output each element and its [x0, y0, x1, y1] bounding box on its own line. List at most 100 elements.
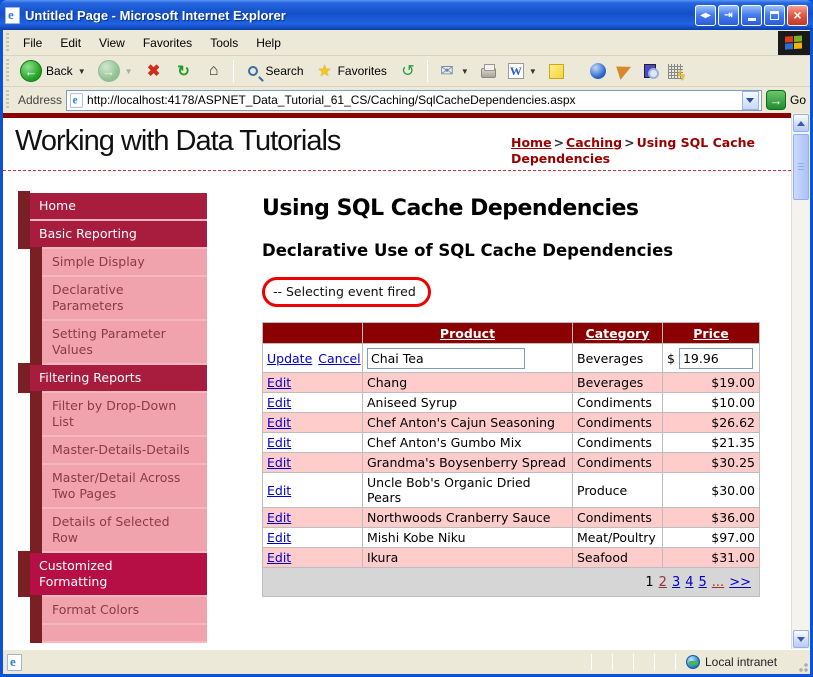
menu-favorites[interactable]: Favorites [134, 33, 201, 53]
window-popout-button[interactable]: ⇥ [718, 4, 739, 26]
mail-button[interactable]: ✉ ▼ [432, 59, 475, 83]
back-button[interactable]: ← Back ▼ [14, 57, 92, 85]
menu-tools[interactable]: Tools [201, 33, 247, 53]
refresh-button[interactable]: ↻ [169, 59, 199, 83]
edit-with-word-button[interactable]: W ▼ [502, 60, 543, 82]
favorites-star-icon: ★ [317, 63, 332, 80]
address-field [66, 89, 762, 111]
edit-link[interactable]: Edit [267, 530, 291, 545]
sidebar-item-home[interactable]: Home [18, 191, 207, 221]
sidebar-item-setting-parameter-values[interactable]: Setting Parameter Values [30, 319, 207, 365]
pager-ellipsis-link[interactable]: ... [712, 575, 724, 590]
breadcrumb-home-link[interactable]: Home [511, 135, 552, 150]
page-title: Using SQL Cache Dependencies [262, 196, 639, 221]
breadcrumb-caching-link[interactable]: Caching [566, 135, 622, 150]
sidebar-item-basic-reporting[interactable]: Basic Reporting [18, 219, 207, 249]
cancel-link[interactable]: Cancel [318, 351, 360, 366]
home-button[interactable]: ⌂ [199, 59, 229, 83]
toolbar-grip[interactable] [5, 59, 10, 83]
word-icon: W [507, 63, 524, 79]
sidebar-item-details-of-selected-row[interactable]: Details of Selected Row [30, 507, 207, 553]
sidebar-item-customized-formatting[interactable]: Customized Formatting [18, 551, 207, 597]
favorites-button[interactable]: ★ Favorites [310, 59, 393, 83]
edit-link[interactable]: Edit [267, 415, 291, 430]
back-dropdown-icon[interactable]: ▼ [78, 67, 86, 76]
price-cell: $26.62 [662, 412, 760, 433]
edit-link[interactable]: Edit [267, 395, 291, 410]
close-button[interactable]: × [787, 4, 808, 26]
messenger-button[interactable] [584, 60, 612, 82]
nav-stripe [30, 435, 42, 465]
history-icon: ↺ [401, 63, 415, 80]
nav-stripe [18, 551, 30, 597]
edit-link[interactable]: Edit [267, 455, 291, 470]
window-split-button[interactable]: ◂▸ [695, 4, 716, 26]
menu-file[interactable]: File [14, 33, 51, 53]
pager-next-link[interactable]: >> [729, 575, 751, 590]
sidebar-item-format-colors[interactable]: Format Colors [30, 595, 207, 625]
highlighter-button[interactable] [612, 61, 638, 81]
sidebar-item-filtering-reports[interactable]: Filtering Reports [18, 363, 207, 393]
edit-link[interactable]: Edit [267, 550, 291, 565]
edit-link[interactable]: Edit [267, 375, 291, 390]
price-cell: $31.00 [662, 547, 760, 568]
sidebar-item-master-detail-across-two-pages[interactable]: Master/Detail Across Two Pages [30, 463, 207, 509]
scroll-up-button[interactable] [793, 114, 809, 132]
go-button[interactable]: → Go [765, 90, 806, 110]
sidebar-item-declarative-parameters[interactable]: Declarative Parameters [30, 275, 207, 321]
pager-page-2-link[interactable]: 2 [659, 575, 667, 590]
toolbar-grip[interactable] [5, 89, 10, 111]
search-button[interactable]: Search [238, 59, 310, 83]
sidebar-item-master-details-details[interactable]: Master-Details-Details [30, 435, 207, 465]
minimize-button[interactable] [741, 4, 762, 26]
edit-link[interactable]: Edit [267, 510, 291, 525]
toolbar-grip[interactable] [5, 32, 10, 53]
product-edit-input[interactable] [367, 347, 525, 369]
product-cell: Chef Anton's Gumbo Mix [362, 432, 573, 453]
sort-product-link[interactable]: Product [440, 326, 495, 341]
forward-button[interactable]: → ▼ [92, 57, 139, 85]
sidebar-item-clipped[interactable] [30, 623, 207, 643]
edit-link[interactable]: Edit [267, 435, 291, 450]
scrollbar-thumb[interactable] [793, 134, 809, 200]
sidebar-item-filter-by-dropdown-list[interactable]: Filter by Drop-Down List [30, 391, 207, 437]
maximize-button[interactable] [764, 4, 785, 26]
pager-page-4-link[interactable]: 4 [685, 575, 693, 590]
breadcrumb-separator: > [624, 135, 635, 150]
go-label: Go [789, 93, 806, 107]
windows-flag-logo [778, 30, 810, 55]
word-dropdown-icon[interactable]: ▼ [529, 67, 537, 76]
minimize-icon [747, 18, 756, 21]
research-button[interactable] [638, 61, 662, 81]
menu-view[interactable]: View [90, 33, 134, 53]
vertical-scrollbar[interactable] [791, 113, 810, 649]
menu-help[interactable]: Help [247, 33, 290, 53]
security-zone: Local intranet [686, 655, 806, 669]
sidebar-item-simple-display[interactable]: Simple Display [30, 247, 207, 277]
dev-tool-button[interactable] [662, 61, 689, 83]
table-row: Edit Mishi Kobe Niku Meat/Poultry $97.00 [262, 527, 760, 548]
sort-category-link[interactable]: Category [586, 326, 650, 341]
pager-page-3-link[interactable]: 3 [672, 575, 680, 590]
update-link[interactable]: Update [267, 351, 312, 366]
stop-button[interactable]: ✖ [139, 59, 169, 83]
menu-edit[interactable]: Edit [51, 33, 90, 53]
sidebar-nav: Home Basic Reporting Simple Display Decl… [18, 191, 207, 643]
sort-price-link[interactable]: Price [693, 326, 729, 341]
edit-link[interactable]: Edit [267, 483, 291, 498]
forward-dropdown-icon[interactable]: ▼ [125, 67, 133, 76]
resize-grip[interactable] [796, 660, 808, 672]
scroll-down-button[interactable] [793, 630, 809, 648]
go-arrow-icon: → [765, 90, 786, 110]
mail-dropdown-icon[interactable]: ▼ [461, 67, 469, 76]
sticky-note-icon [548, 63, 564, 79]
grid-header-category: Category [572, 322, 663, 344]
address-input[interactable] [87, 91, 739, 109]
history-button[interactable]: ↺ [393, 59, 423, 83]
address-label: Address [18, 93, 63, 107]
print-button[interactable] [475, 61, 502, 81]
address-dropdown-button[interactable] [741, 90, 759, 110]
pager-page-5-link[interactable]: 5 [699, 575, 707, 590]
notes-button[interactable] [543, 61, 570, 82]
price-edit-input[interactable] [678, 347, 753, 369]
